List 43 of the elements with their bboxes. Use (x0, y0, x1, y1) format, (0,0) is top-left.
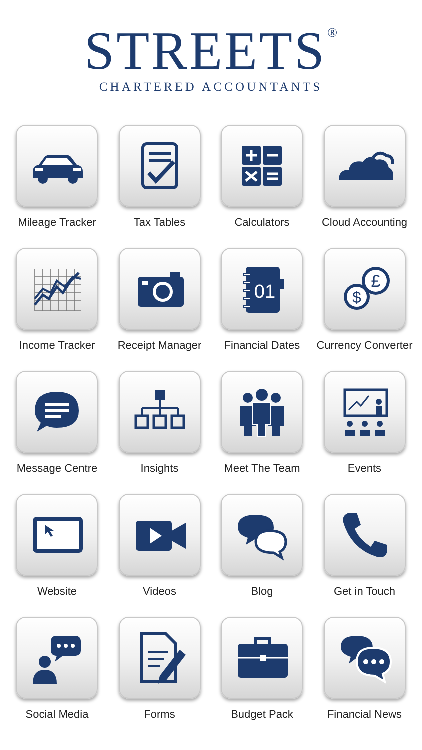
tile-label: Tax Tables (134, 216, 186, 230)
tile-button[interactable] (118, 494, 201, 576)
tile-button[interactable] (118, 617, 201, 699)
tile-label: Events (348, 462, 382, 476)
tile-button[interactable]: $ £ (324, 248, 406, 330)
tile-label: Forms (144, 708, 176, 722)
logo-tagline: CHARTERED ACCOUNTANTS (99, 80, 323, 95)
tile-label: Blog (251, 585, 274, 599)
tile-label: Income Tracker (19, 339, 96, 353)
tile-label: Mileage Tracker (18, 216, 96, 230)
tile-button[interactable] (324, 617, 406, 699)
registered-mark: ® (328, 26, 338, 40)
tile-button[interactable] (16, 125, 98, 207)
tile-button[interactable] (324, 371, 406, 453)
tile-label: Insights (140, 462, 179, 476)
tile-label: Currency Converter (316, 339, 413, 353)
tile-label: Receipt Manager (118, 339, 202, 353)
tile-label: Website (37, 585, 78, 599)
tile-button[interactable] (221, 125, 304, 207)
tile-button[interactable] (16, 494, 98, 576)
tile-button[interactable] (118, 248, 201, 330)
tile-button[interactable]: 01 (221, 248, 304, 330)
tile-button[interactable] (221, 371, 304, 453)
tile-button[interactable] (16, 371, 98, 453)
tile-label: Cloud Accounting (322, 216, 408, 230)
tile-button[interactable] (118, 125, 201, 207)
tile-label: Message Centre (16, 462, 98, 476)
tile-button[interactable] (16, 617, 98, 699)
tile-button[interactable] (16, 248, 98, 330)
tile-label: Videos (143, 585, 176, 599)
tile-button[interactable] (118, 371, 201, 453)
tile-button[interactable] (221, 494, 304, 576)
tile-label: Social Media (26, 708, 89, 722)
tile-button[interactable] (324, 494, 406, 576)
tile-label: Meet The Team (224, 462, 300, 476)
tile-label: Get in Touch (334, 585, 396, 599)
tile-button[interactable] (221, 617, 304, 699)
tile-label: Calculators (234, 216, 290, 230)
tile-label: Budget Pack (231, 708, 294, 722)
logo-wordmark: STREETS (84, 26, 327, 76)
tile-button[interactable] (324, 125, 406, 207)
tile-label: Financial News (327, 708, 402, 722)
tile-label: Financial Dates (224, 339, 300, 353)
